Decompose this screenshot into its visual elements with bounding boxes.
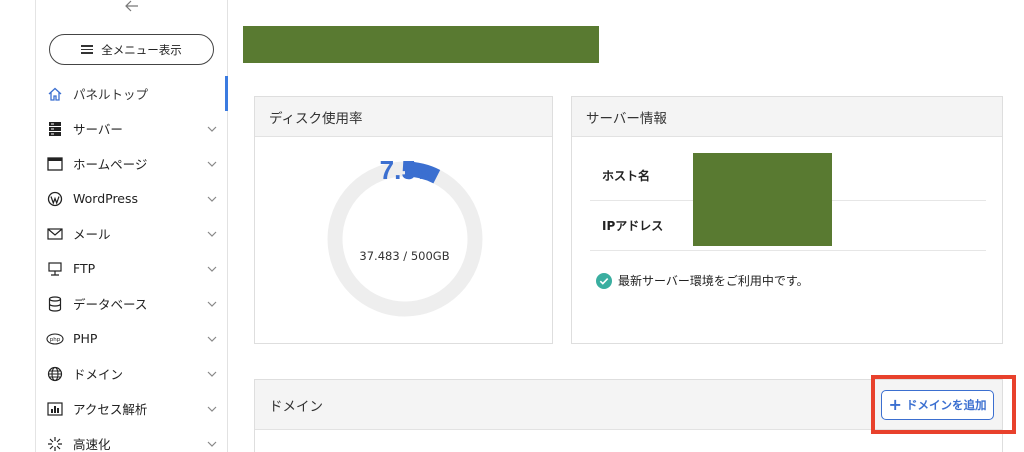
sidebar-item-label: ホームページ — [73, 157, 148, 172]
sidebar-item-server[interactable]: サーバー — [36, 111, 228, 146]
disk-usage-percent-value: 7.5 — [379, 155, 416, 185]
sidebar-item-label: パネルトップ — [73, 87, 149, 102]
back-arrow-icon[interactable] — [124, 0, 140, 14]
sidebar-item-database[interactable]: データベース — [36, 286, 228, 321]
sidebar-item-label: ドメイン — [73, 367, 124, 382]
sidebar-item-php[interactable]: php PHP — [36, 321, 228, 356]
server-status: 最新サーバー環境をご利用中です。 — [596, 272, 809, 289]
chevron-down-icon — [207, 441, 217, 447]
chevron-down-icon — [207, 196, 217, 202]
ip-address-label: IPアドレス — [602, 219, 664, 233]
sidebar-item-mail[interactable]: メール — [36, 216, 228, 251]
wordpress-icon — [46, 190, 64, 208]
disk-usage-amount: 37.483 / 500GB — [359, 249, 450, 263]
add-domain-button[interactable]: + ドメインを追加 — [881, 390, 994, 420]
analytics-icon — [46, 400, 64, 418]
sidebar-item-panel-top[interactable]: パネルトップ — [36, 76, 228, 111]
page-title-redacted — [243, 26, 599, 63]
sidebar-item-label: WordPress — [73, 191, 139, 206]
chevron-down-icon — [207, 336, 217, 342]
server-icon — [46, 120, 64, 138]
chevron-down-icon — [207, 126, 217, 132]
all-menu-button[interactable]: 全メニュー表示 — [49, 34, 214, 65]
hamburger-icon — [81, 45, 94, 54]
all-menu-button-label: 全メニュー表示 — [101, 42, 182, 57]
server-info-card: サーバー情報 ホスト名 IPアドレス 最新サーバー環境をご利用中です。 — [571, 96, 1003, 344]
plus-icon: + — [888, 395, 902, 414]
browser-window-icon — [46, 155, 64, 173]
sidebar-item-label: アクセス解析 — [73, 402, 148, 417]
chevron-down-icon — [207, 266, 217, 272]
server-status-text: 最新サーバー環境をご利用中です。 — [618, 274, 809, 288]
chevron-down-icon — [207, 301, 217, 307]
svg-text:php: php — [50, 337, 61, 343]
add-domain-button-label: ドメインを追加 — [905, 398, 987, 412]
chevron-down-icon — [207, 161, 217, 167]
sidebar-item-label: FTP — [73, 261, 96, 276]
sidebar-item-ftp[interactable]: FTP — [36, 251, 228, 286]
globe-icon — [46, 365, 64, 383]
sidebar-item-speedup[interactable]: 高速化 — [36, 426, 228, 452]
chevron-down-icon — [207, 371, 217, 377]
php-icon: php — [46, 330, 64, 348]
ftp-icon — [46, 260, 64, 278]
host-name-label: ホスト名 — [602, 169, 651, 183]
server-values-redacted — [693, 153, 832, 246]
speedup-icon — [46, 435, 64, 452]
disk-usage-card: ディスク使用率 7.5% 37.483 / 500GB — [254, 96, 553, 344]
sidebar-item-homepage[interactable]: ホームページ — [36, 146, 228, 181]
check-circle-icon — [596, 272, 612, 289]
disk-usage-title: ディスク使用率 — [255, 97, 552, 137]
chevron-down-icon — [207, 406, 217, 412]
sidebar-item-label: PHP — [73, 331, 98, 346]
disk-usage-percent-unit: % — [417, 167, 430, 182]
database-icon — [46, 295, 64, 313]
sidebar-item-label: メール — [73, 227, 111, 242]
sidebar-item-analytics[interactable]: アクセス解析 — [36, 391, 228, 426]
sidebar-item-label: データベース — [73, 297, 148, 312]
home-icon — [46, 85, 64, 103]
chevron-down-icon — [207, 231, 217, 237]
left-edge-strip — [0, 0, 36, 452]
sidebar-item-domain[interactable]: ドメイン — [36, 356, 228, 391]
sidebar: 全メニュー表示 パネルトップ サーバー ホームページ WordPress メール… — [36, 0, 228, 452]
sidebar-item-wordpress[interactable]: WordPress — [36, 181, 228, 216]
server-info-title: サーバー情報 — [572, 97, 1002, 137]
sidebar-nav: パネルトップ サーバー ホームページ WordPress メール FTP データ… — [36, 76, 228, 452]
mail-icon — [46, 225, 64, 243]
sidebar-item-label: 高速化 — [73, 437, 111, 452]
disk-usage-percent: 7.5% — [255, 155, 554, 186]
sidebar-item-label: サーバー — [73, 122, 123, 137]
